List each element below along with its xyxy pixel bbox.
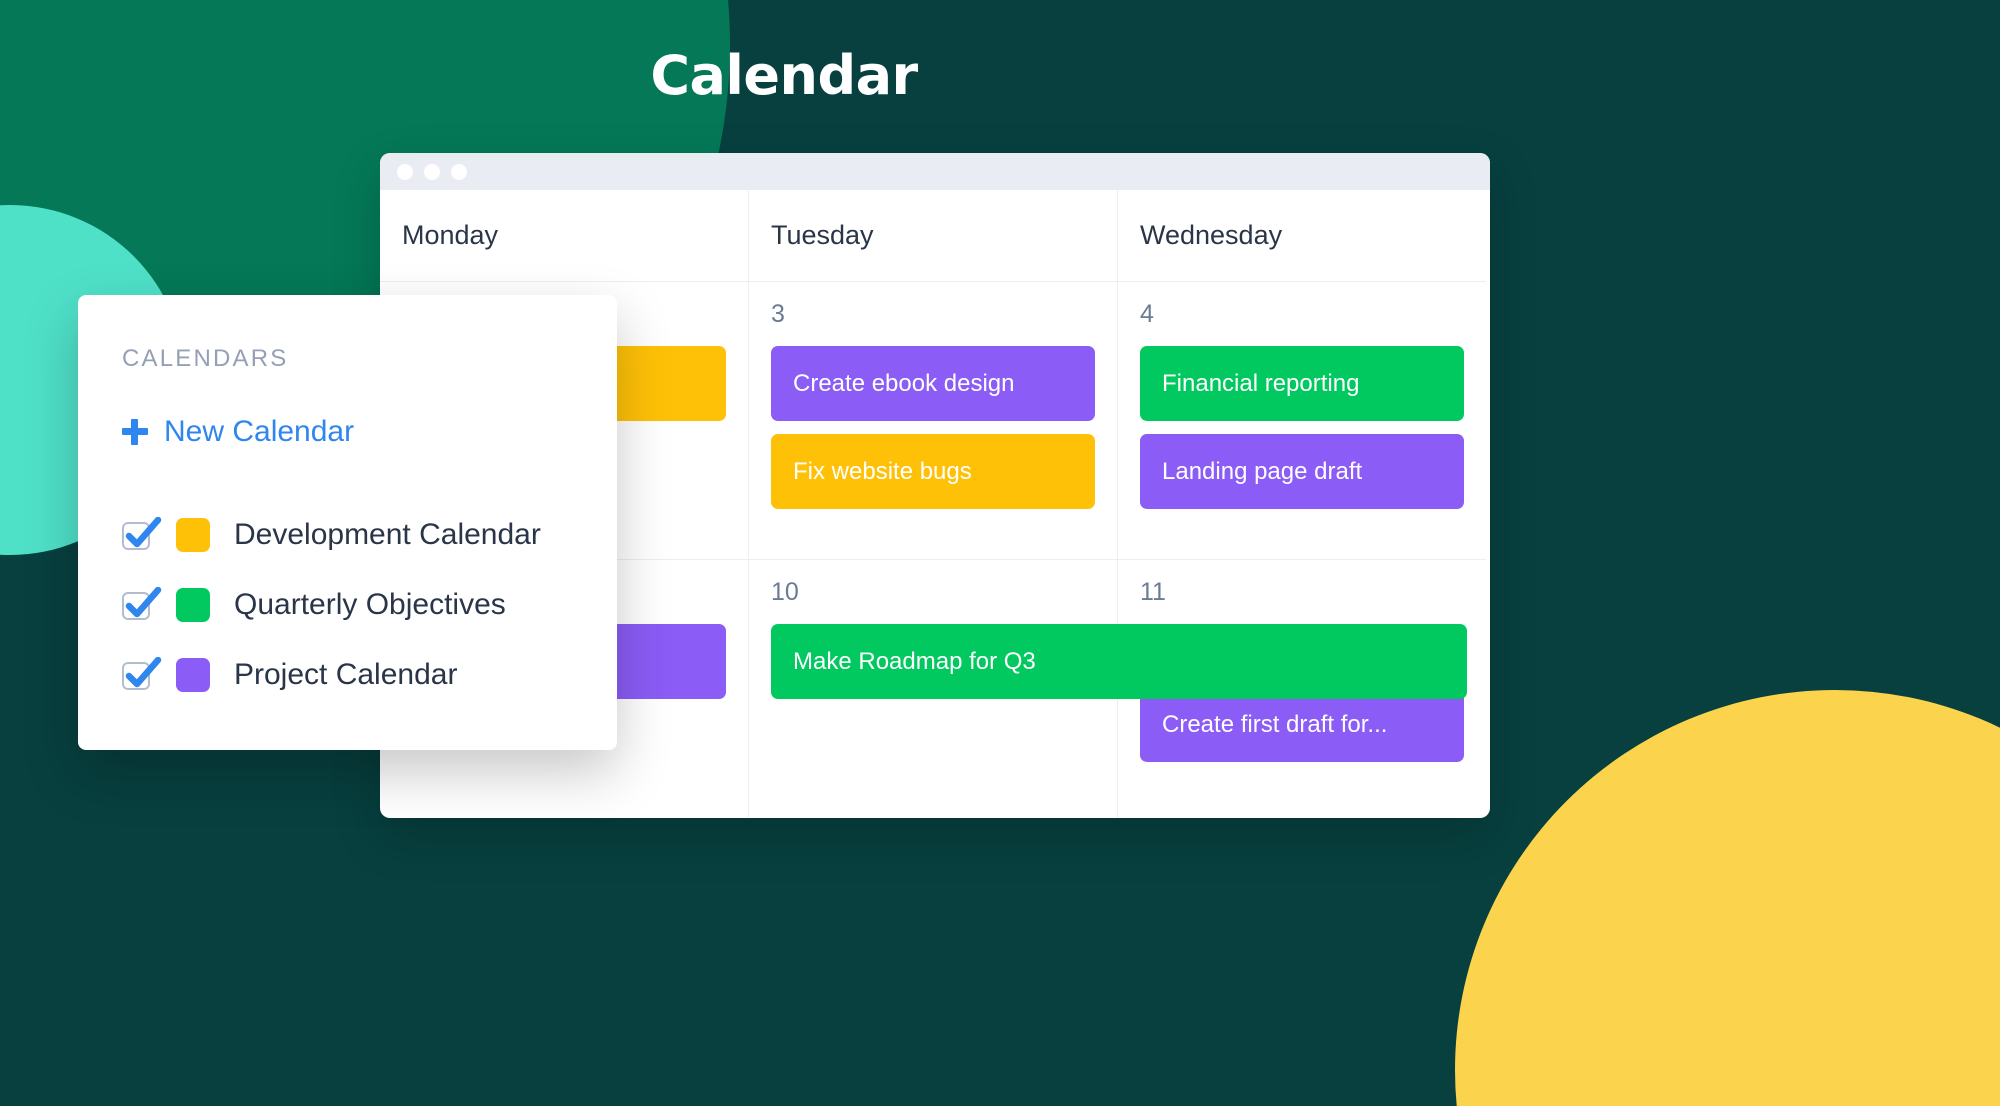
day-column-wednesday: Wednesday 4 Financial reporting Landing …: [1118, 190, 1486, 818]
day-cell-wednesday-week1[interactable]: 4 Financial reporting Landing page draft: [1118, 282, 1486, 560]
day-number: 10: [771, 578, 799, 606]
calendar-name: Project Calendar: [234, 658, 458, 691]
event-card-spanning[interactable]: Make Roadmap for Q3: [771, 624, 1467, 699]
calendar-list: Development Calendar Quarterly Objective…: [122, 500, 541, 710]
list-item[interactable]: Quarterly Objectives: [122, 570, 541, 640]
day-header-label: Wednesday: [1140, 220, 1283, 250]
background-circle-yellow: [1455, 690, 2000, 1106]
day-column-tuesday: Tuesday 3 Create ebook design Fix websit…: [749, 190, 1467, 818]
day-number: 4: [1140, 300, 1154, 328]
day-cell-tuesday-week2[interactable]: 10 Make Roadmap for Q3: [749, 560, 1467, 818]
color-swatch: [176, 658, 210, 692]
day-header-label: Monday: [402, 220, 499, 250]
calendar-name: Development Calendar: [234, 518, 541, 551]
day-header-tuesday: Tuesday: [749, 190, 1117, 282]
day-header-monday: Monday: [380, 190, 748, 282]
close-dot-icon[interactable]: [397, 163, 413, 180]
checkbox-checked-icon[interactable]: [122, 657, 162, 691]
new-calendar-label: New Calendar: [164, 415, 355, 448]
event-card[interactable]: Create ebook design: [771, 346, 1095, 421]
new-calendar-button[interactable]: New Calendar: [122, 415, 354, 449]
window-chrome-bar: [380, 153, 1490, 190]
checkbox-checked-icon[interactable]: [122, 517, 162, 551]
page-title: Calendar: [650, 44, 918, 107]
color-swatch: [176, 588, 210, 622]
minimize-dot-icon[interactable]: [424, 163, 440, 180]
event-card[interactable]: Landing page draft: [1140, 434, 1464, 509]
day-number: 3: [771, 300, 785, 328]
page-root: Calendar Monday 2 9 opy: [0, 0, 2000, 1106]
plus-icon: [122, 419, 148, 445]
day-header-label: Tuesday: [771, 220, 874, 250]
event-card[interactable]: Fix website bugs: [771, 434, 1095, 509]
calendar-name: Quarterly Objectives: [234, 588, 506, 621]
day-header-wednesday: Wednesday: [1118, 190, 1486, 282]
event-card[interactable]: Financial reporting: [1140, 346, 1464, 421]
list-item[interactable]: Project Calendar: [122, 640, 541, 710]
day-cell-tuesday-week1[interactable]: 3 Create ebook design Fix website bugs: [749, 282, 1117, 560]
maximize-dot-icon[interactable]: [451, 163, 467, 180]
calendars-panel: CALENDARS New Calendar Development Calen…: [78, 295, 617, 750]
checkbox-checked-icon[interactable]: [122, 587, 162, 621]
list-item[interactable]: Development Calendar: [122, 500, 541, 570]
day-number: 11: [1140, 578, 1166, 606]
calendars-heading: CALENDARS: [122, 345, 289, 372]
color-swatch: [176, 518, 210, 552]
